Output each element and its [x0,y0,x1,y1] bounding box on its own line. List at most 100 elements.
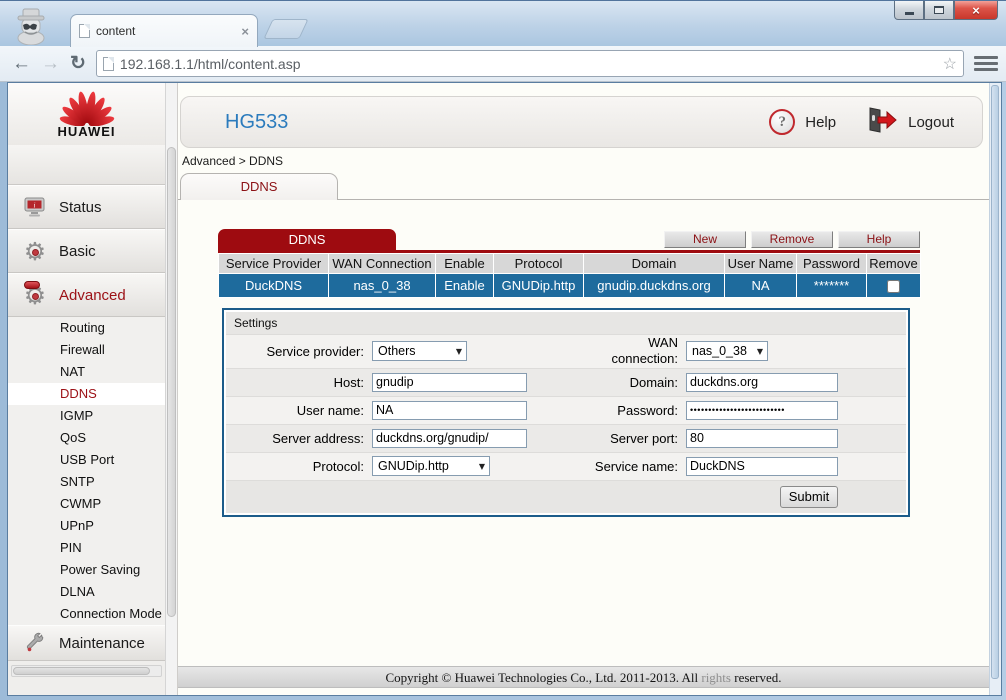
service-name-input[interactable] [686,457,838,476]
sidebar-item-upnp[interactable]: UPnP [8,515,165,537]
settings-row: User name: Password: [226,397,906,425]
logout-icon[interactable] [864,106,898,138]
cell-service-provider: DuckDNS [219,274,329,298]
col-wan-connection: WAN Connection [329,254,436,274]
copyright-footer: Copyright © Huawei Technologies Co., Ltd… [178,666,989,688]
sidebar-item-advanced[interactable]: ⚙ Advanced [8,273,165,317]
sidebar-item-maintenance[interactable]: Maintenance [8,625,165,661]
reload-icon[interactable]: ↻ [70,54,86,73]
browser-menu-icon[interactable] [974,54,998,74]
wan-connection-select[interactable]: nas_0_38 ▼ [686,341,768,361]
sidebar-item-connection-mode[interactable]: Connection Mode [8,603,165,625]
sidebar: HUAWEI i Status ⚙ [8,83,165,695]
user-name-input[interactable] [372,401,527,420]
page-vertical-scrollbar[interactable] [989,83,1001,695]
sidebar-item-nat[interactable]: NAT [8,361,165,383]
host-input[interactable] [372,373,527,392]
settings-row: Host: Domain: [226,369,906,397]
cell-remove [867,274,921,298]
tab-close-icon[interactable]: × [241,25,249,38]
sidebar-item-dlna[interactable]: DLNA [8,581,165,603]
col-remove: Remove [867,254,921,274]
table-header-row: Service Provider WAN Connection Enable P… [219,254,921,274]
bookmark-star-icon[interactable]: ☆ [943,54,957,74]
sidebar-item-ddns[interactable]: DDNS [8,383,165,405]
ddns-table-section: DDNS New Remove Help [218,229,920,298]
maximize-button[interactable] [924,1,954,20]
page-icon [103,57,114,71]
device-model: HG533 [181,111,769,134]
status-monitor-icon: i [20,196,50,218]
sidebar-item-igmp[interactable]: IGMP [8,405,165,427]
incognito-icon [10,5,52,50]
sidebar-item-status[interactable]: i Status [8,185,165,229]
submit-row: Submit [226,481,906,513]
scrollbar-thumb[interactable] [167,147,176,617]
wan-connection-label: WAN connection: [590,335,686,368]
back-icon[interactable]: ← [12,54,31,73]
protocol-select[interactable]: GNUDip.http ▼ [372,456,490,476]
sidebar-vertical-scrollbar[interactable] [165,83,178,695]
sidebar-item-label: Advanced [59,287,126,304]
advanced-submenu: Routing Firewall NAT DDNS IGMP QoS USB P… [8,317,165,625]
browser-titlebar: content × × [0,0,1006,46]
new-button[interactable]: New [664,231,746,248]
server-port-input[interactable] [686,429,838,448]
device-header: HG533 ? Help Logout [180,96,983,148]
service-provider-select[interactable]: Others ▼ [372,341,467,361]
ddns-content: DDNS New Remove Help [178,200,989,666]
sidebar-item-firewall[interactable]: Firewall [8,339,165,361]
minimize-icon [905,12,914,15]
help-link[interactable]: Help [805,114,836,131]
help-button[interactable]: Help [838,231,920,248]
cell-user-name: NA [725,274,797,298]
page-tabstrip: DDNS [178,173,989,200]
sidebar-item-basic[interactable]: ⚙ Basic [8,229,165,273]
sidebar-item-routing[interactable]: Routing [8,317,165,339]
header-actions: ? Help Logout [769,106,982,138]
settings-title: Settings [226,312,906,335]
window-frame: HUAWEI i Status ⚙ [0,82,1006,700]
sidebar-item-label: Maintenance [59,635,145,652]
router-page: HUAWEI i Status ⚙ [7,82,1002,696]
minimize-button[interactable] [894,1,924,20]
advanced-gears-icon: ⚙ [20,283,50,308]
huawei-wordmark: HUAWEI [58,124,116,139]
table-row[interactable]: DuckDNS nas_0_38 Enable GNUDip.http gnud… [219,274,921,298]
submit-button[interactable]: Submit [780,486,838,508]
chevron-down-icon: ▼ [479,462,485,471]
sidebar-item-usb-port[interactable]: USB Port [8,449,165,471]
browser-tab[interactable]: content × [70,14,258,47]
browser-toolbar: ← → ↻ 192.168.1.1/html/content.asp ☆ [0,46,1006,82]
remove-checkbox[interactable] [887,280,900,293]
col-service-provider: Service Provider [219,254,329,274]
sidebar-item-qos[interactable]: QoS [8,427,165,449]
url-bar[interactable]: 192.168.1.1/html/content.asp ☆ [96,50,964,77]
close-button[interactable]: × [954,1,998,20]
logout-link[interactable]: Logout [908,114,954,131]
sidebar-horizontal-scrollbar[interactable] [11,665,162,677]
url-text[interactable]: 192.168.1.1/html/content.asp [120,56,937,72]
tab-title: content [96,24,235,38]
sidebar-item-power-saving[interactable]: Power Saving [8,559,165,581]
new-tab-button[interactable] [263,19,308,39]
settings-row: Protocol: GNUDip.http ▼ Service name: [226,453,906,481]
sidebar-item-sntp[interactable]: SNTP [8,471,165,493]
server-address-input[interactable] [372,429,527,448]
scrollbar-thumb[interactable] [991,85,999,679]
ddns-section-title: DDNS [218,229,396,250]
domain-input[interactable] [686,373,838,392]
maximize-icon [934,6,944,14]
scrollbar-thumb[interactable] [13,667,150,675]
chevron-down-icon: ▼ [456,347,462,356]
cell-password: ******* [797,274,867,298]
forward-icon[interactable]: → [41,54,60,73]
password-input[interactable] [686,401,838,420]
copyright-rights-word: rights [701,670,731,685]
sidebar-item-pin[interactable]: PIN [8,537,165,559]
help-icon[interactable]: ? [769,109,795,135]
cell-enable: Enable [436,274,494,298]
sidebar-item-cwmp[interactable]: CWMP [8,493,165,515]
tab-ddns[interactable]: DDNS [180,173,338,200]
remove-button[interactable]: Remove [751,231,833,248]
